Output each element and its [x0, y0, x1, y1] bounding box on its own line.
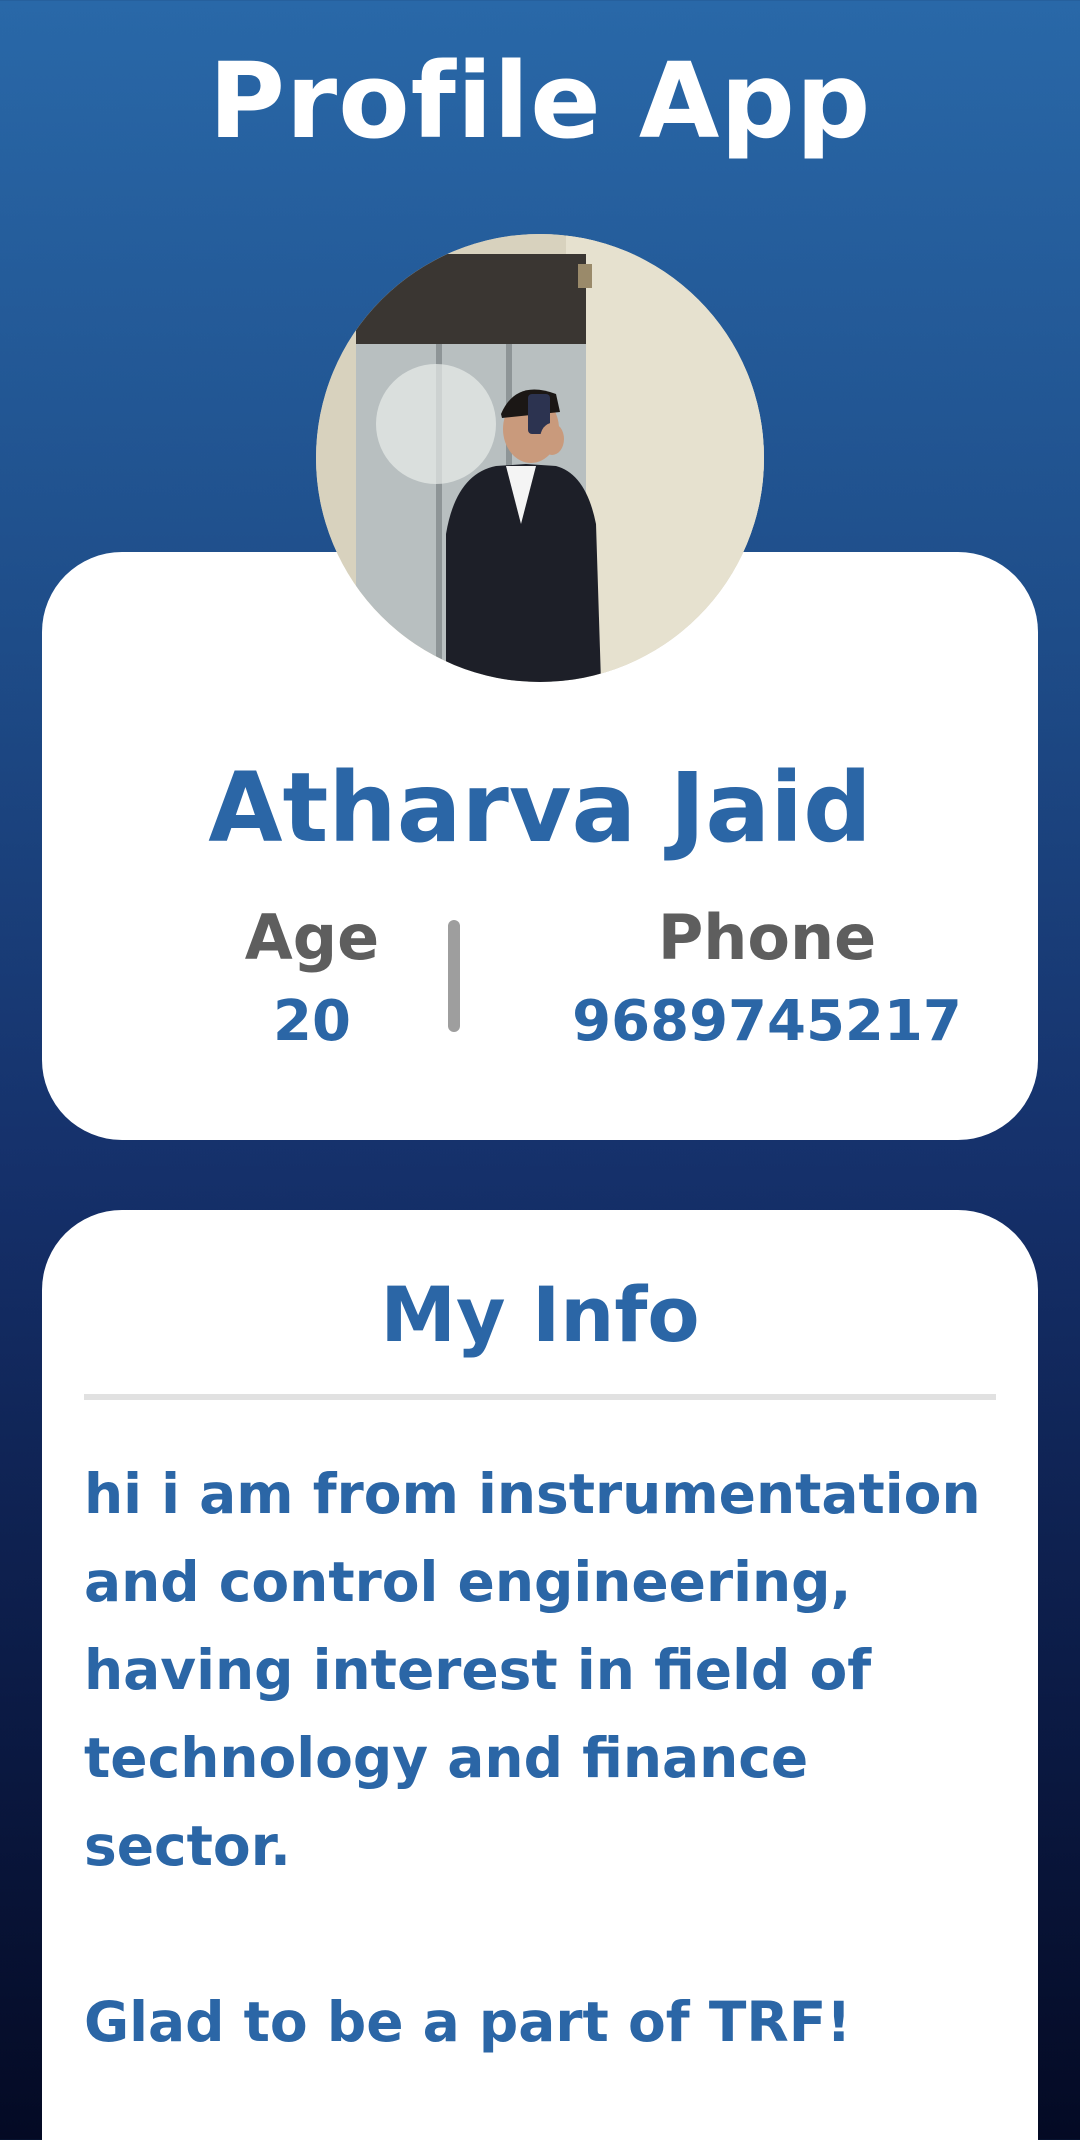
profile-avatar[interactable] — [316, 234, 764, 682]
info-card: My Info hi i am from instrumentation and… — [42, 1210, 1038, 2140]
age-label: Age — [244, 901, 380, 974]
phone-stat: Phone 9689745217 — [502, 896, 1032, 1064]
app-title: Profile App — [208, 40, 872, 162]
phone-label: Phone — [657, 901, 877, 974]
age-stat: Age 20 — [162, 896, 462, 1064]
age-value: 20 — [273, 989, 351, 1054]
profile-photo-icon — [316, 234, 764, 682]
phone-value[interactable]: 9689745217 — [502, 980, 1032, 1064]
info-title: My Info — [380, 1270, 700, 1359]
profile-name: Atharva Jaid — [208, 752, 872, 864]
info-divider — [84, 1394, 996, 1400]
info-bio: hi i am from instrumentation and control… — [84, 1462, 981, 2054]
stat-divider — [448, 920, 460, 1032]
